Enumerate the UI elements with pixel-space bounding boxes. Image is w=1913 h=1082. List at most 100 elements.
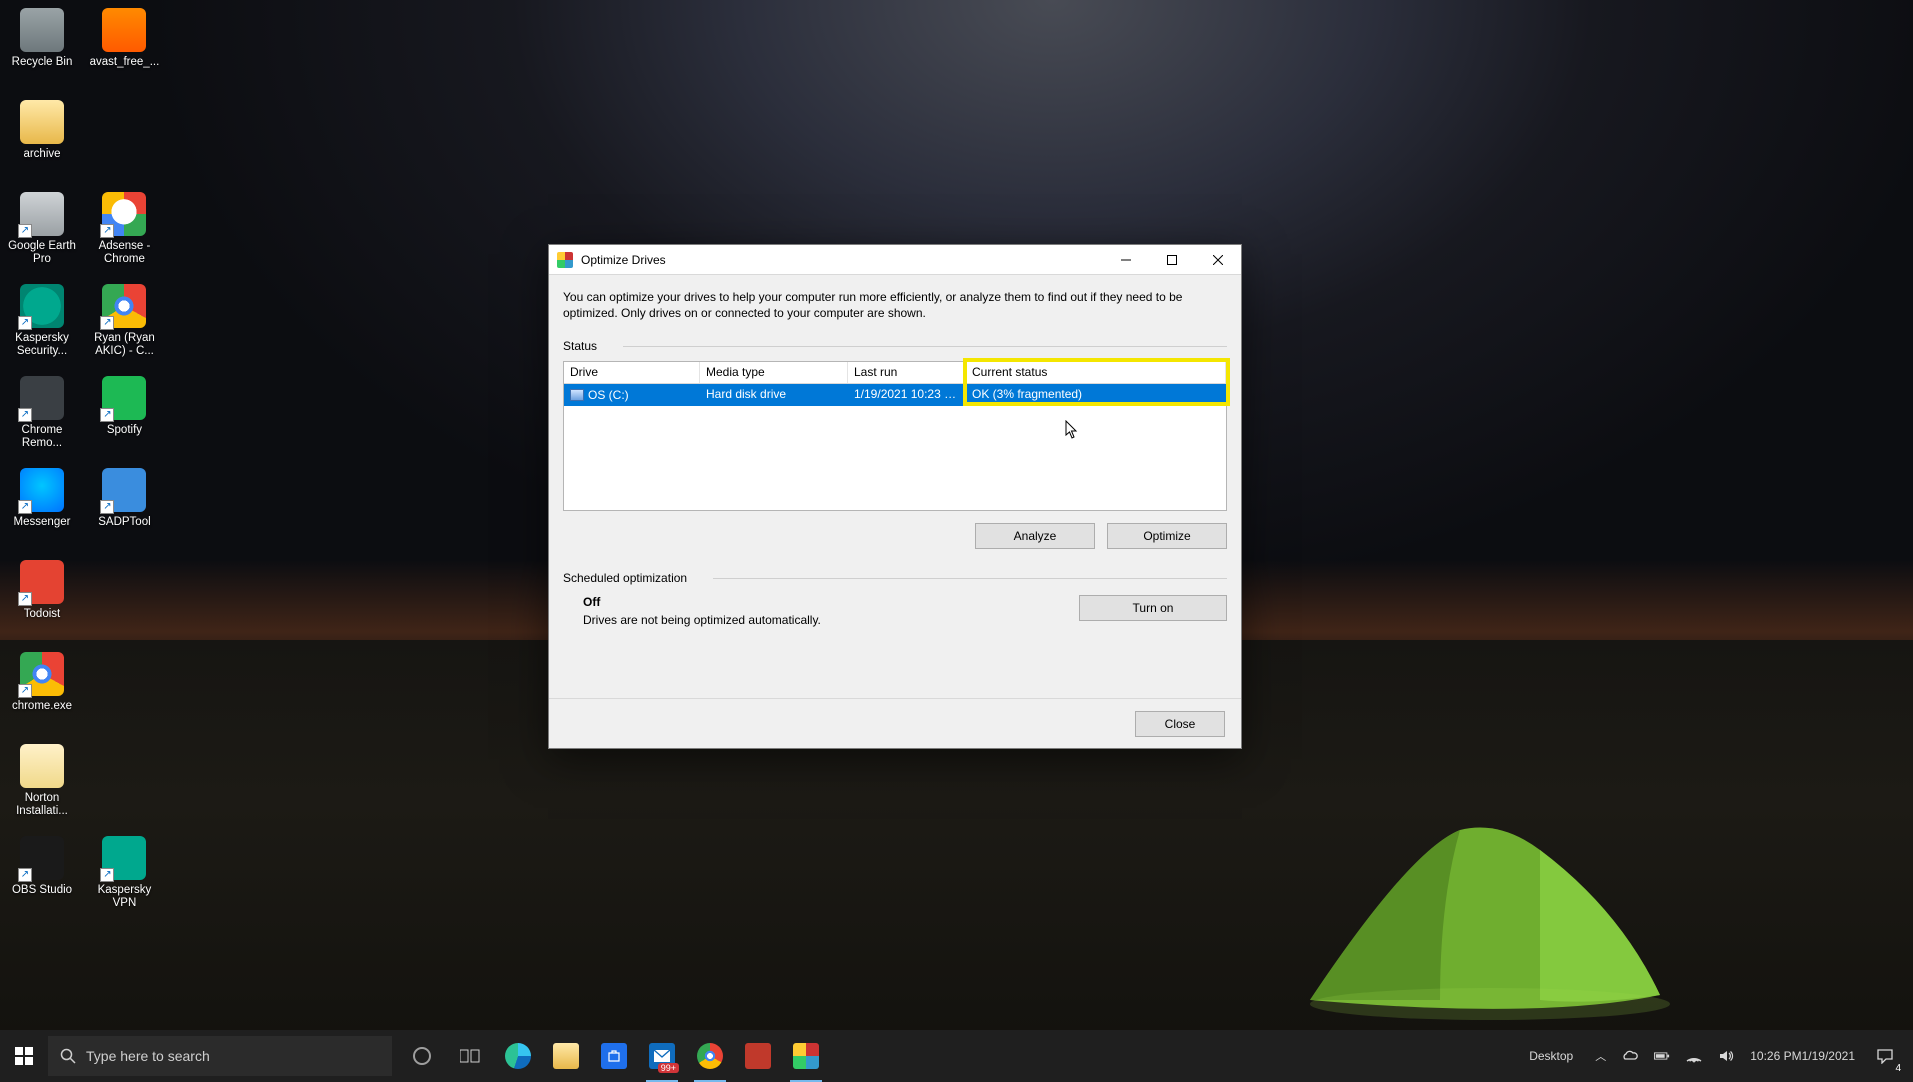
desktop-icon[interactable]: ↗ SADPTool	[86, 464, 162, 550]
desktop-icon[interactable]: Norton Installati...	[4, 740, 80, 826]
defrag-taskbar-icon	[793, 1043, 819, 1069]
app-icon: ↗	[102, 836, 146, 880]
tray-network[interactable]	[1678, 1030, 1710, 1082]
desktop-icon[interactable]: ↗ Todoist	[4, 556, 80, 642]
ms-store-button[interactable]	[590, 1030, 638, 1082]
tray-clock[interactable]: 10:26 PM 1/19/2021	[1742, 1030, 1863, 1082]
close-button[interactable]	[1195, 245, 1241, 275]
col-last[interactable]: Last run	[848, 362, 966, 383]
recorder-button[interactable]	[734, 1030, 782, 1082]
chrome-taskbar-button[interactable]	[686, 1030, 734, 1082]
drive-list-header: Drive Media type Last run Current status	[564, 362, 1226, 384]
search-placeholder: Type here to search	[86, 1048, 210, 1064]
edge-button[interactable]	[494, 1030, 542, 1082]
drive-icon	[570, 389, 584, 401]
desktop-icon-label: Spotify	[107, 424, 142, 437]
tent	[1290, 790, 1670, 1030]
recorder-icon	[745, 1043, 771, 1069]
desktop-toolbar-label[interactable]: Desktop	[1521, 1030, 1581, 1082]
sched-section-header: Scheduled optimization	[563, 571, 1227, 585]
notif-count: 4	[1895, 1063, 1901, 1074]
tray-date: 1/19/2021	[1802, 1049, 1855, 1063]
shortcut-arrow-icon: ↗	[100, 868, 114, 882]
defrag-icon	[557, 252, 573, 268]
tray-battery[interactable]	[1646, 1030, 1678, 1082]
desktop-icon-label: Google Earth Pro	[5, 240, 79, 266]
desktop-icon-label: Ryan (Ryan AKIC) - C...	[87, 332, 161, 358]
desktop-icon[interactable]: Recycle Bin	[4, 4, 80, 90]
desktop-icon-label: Kaspersky Security...	[5, 332, 79, 358]
app-icon: ↗	[20, 284, 64, 328]
titlebar[interactable]: Optimize Drives	[549, 245, 1241, 275]
file-explorer-button[interactable]	[542, 1030, 590, 1082]
shortcut-arrow-icon: ↗	[18, 500, 32, 514]
optimize-drives-taskbar-button[interactable]	[782, 1030, 830, 1082]
tray-onedrive[interactable]	[1614, 1030, 1646, 1082]
taskbar-pinned: 99+	[398, 1030, 830, 1082]
drive-row-selected[interactable]: OS (C:) Hard disk drive 1/19/2021 10:23 …	[564, 384, 1226, 406]
shortcut-arrow-icon: ↗	[100, 316, 114, 330]
desktop-icon[interactable]: ↗Messenger	[4, 464, 80, 550]
file-explorer-icon	[553, 1043, 579, 1069]
cortana-icon	[413, 1047, 431, 1065]
status-label: Status	[563, 339, 623, 353]
start-button[interactable]	[0, 1030, 48, 1082]
desktop-icon[interactable]: ↗chrome.exe	[4, 648, 80, 734]
app-icon: ↗	[20, 468, 64, 512]
action-center-button[interactable]: 4	[1863, 1030, 1907, 1082]
desktop-icon[interactable]: ↗ Kaspersky Security...	[4, 280, 80, 366]
status-section-header: Status	[563, 339, 1227, 353]
sched-desc: Drives are not being optimized automatic…	[583, 613, 1059, 627]
taskbar-search[interactable]: Type here to search	[48, 1036, 392, 1076]
app-icon: ↗	[20, 376, 64, 420]
close-footer-button[interactable]: Close	[1135, 711, 1225, 737]
drive-list[interactable]: Drive Media type Last run Current status…	[563, 361, 1227, 511]
app-icon: ↗	[102, 468, 146, 512]
col-status[interactable]: Current status	[966, 362, 1226, 383]
app-icon	[102, 8, 146, 52]
task-view-button[interactable]	[446, 1030, 494, 1082]
turn-on-button[interactable]: Turn on	[1079, 595, 1227, 621]
tray-volume[interactable]	[1710, 1030, 1742, 1082]
desktop-icon[interactable]: ↗ Chrome Remo...	[4, 372, 80, 458]
desktop-icon[interactable]: ↗OBS Studio	[4, 832, 80, 918]
app-icon: ↗	[20, 560, 64, 604]
desktop-icon[interactable]: avast_free_...	[86, 4, 162, 90]
desktop-icon-label: Chrome Remo...	[5, 424, 79, 450]
optimize-button[interactable]: Optimize	[1107, 523, 1227, 549]
col-media[interactable]: Media type	[700, 362, 848, 383]
desktop-icon[interactable]: ↗ Adsense - Chrome	[86, 188, 162, 274]
cell-drive-text: OS (C:)	[588, 388, 629, 402]
app-icon: ↗	[102, 284, 146, 328]
taskbar: Type here to search 99+ Desktop ︿	[0, 1030, 1913, 1082]
maximize-button[interactable]	[1149, 245, 1195, 275]
desktop-icon[interactable]: ↗ Google Earth Pro	[4, 188, 80, 274]
desktop-icon-label: Recycle Bin	[12, 56, 73, 69]
scheduled-optimization-section: Scheduled optimization Off Drives are no…	[563, 571, 1227, 627]
desktop-icon[interactable]: ↗ Kaspersky VPN	[86, 832, 162, 918]
desktop-icon[interactable]: archive	[4, 96, 80, 182]
task-view-icon	[457, 1043, 483, 1069]
mail-button[interactable]: 99+	[638, 1030, 686, 1082]
window-body: You can optimize your drives to help you…	[549, 275, 1241, 637]
app-icon	[20, 100, 64, 144]
minimize-button[interactable]	[1103, 245, 1149, 275]
desktop-icon-label: SADPTool	[98, 516, 150, 529]
desktop-icon[interactable]: ↗Spotify	[86, 372, 162, 458]
cortana-button[interactable]	[398, 1030, 446, 1082]
shortcut-arrow-icon: ↗	[18, 868, 32, 882]
desktop-icon-label: Todoist	[24, 608, 60, 621]
app-icon	[20, 744, 64, 788]
col-drive[interactable]: Drive	[564, 362, 700, 383]
desktop-icon[interactable]: ↗ Ryan (Ryan AKIC) - C...	[86, 280, 162, 366]
app-icon: ↗	[20, 192, 64, 236]
analyze-button[interactable]: Analyze	[975, 523, 1095, 549]
desktop-icon-label: Kaspersky VPN	[87, 884, 161, 910]
app-icon: ↗	[20, 836, 64, 880]
shortcut-arrow-icon: ↗	[18, 224, 32, 238]
tray-overflow-button[interactable]: ︿	[1587, 1030, 1614, 1082]
shortcut-arrow-icon: ↗	[18, 592, 32, 606]
desktop-icon-label: Adsense - Chrome	[87, 240, 161, 266]
sched-text: Off Drives are not being optimized autom…	[563, 595, 1059, 627]
app-icon: ↗	[102, 192, 146, 236]
